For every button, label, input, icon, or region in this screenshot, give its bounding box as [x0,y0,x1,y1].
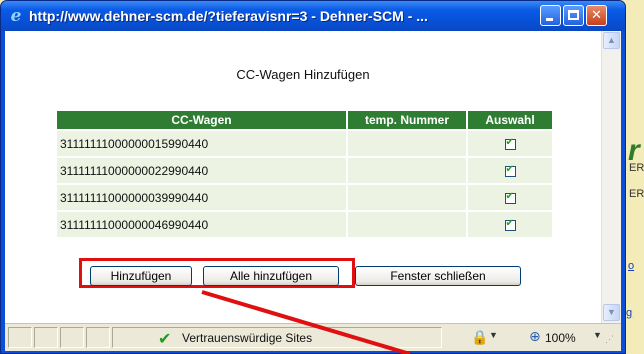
dialog-content: CC-Wagen Hinzufügen CC-Wagen temp. Numme… [5,31,621,323]
scroll-down-icon[interactable]: ▼ [603,304,620,321]
ie-icon: e [10,6,22,26]
minimize-button[interactable] [540,5,561,26]
checkmark-icon: ✔ [505,163,514,175]
security-zone-label: Vertrauenswürdige Sites [182,331,313,345]
status-cell [8,327,32,348]
table-row: 31111111000000046990440 ✔ [57,212,552,237]
checkmark-icon: ✔ [158,329,172,348]
column-header-temp-nummer: temp. Nummer [348,111,466,129]
status-cell [86,327,110,348]
wagon-number: 31111111000000015990440 [57,131,346,156]
close-window-button[interactable]: ✕ [586,5,607,26]
checkmark-icon: ✔ [505,217,514,229]
zoom-level[interactable]: 100% [545,331,576,345]
table-row: 31111111000000015990440 ✔ [57,131,552,156]
scroll-up-icon[interactable]: ▲ [603,32,620,49]
wagon-number: 31111111000000046990440 [57,212,346,237]
window-titlebar[interactable]: e http://www.dehner-scm.de/?tieferavisnr… [1,1,625,31]
temp-number [348,158,466,183]
background-text-fragment: ER [629,162,644,174]
table-row: 31111111000000039990440 ✔ [57,185,552,210]
select-cell: ✔ [468,185,552,210]
close-icon: ✕ [591,8,602,23]
select-cell: ✔ [468,131,552,156]
temp-number [348,131,466,156]
wagon-number: 31111111000000039990440 [57,185,346,210]
column-header-auswahl: Auswahl [468,111,552,129]
window-title: http://www.dehner-scm.de/?tieferavisnr=3… [29,8,428,24]
chevron-down-icon[interactable]: ▼ [593,330,602,340]
maximize-icon [568,10,579,20]
background-text-fragment: ER [629,188,644,200]
status-cell [34,327,58,348]
dialog-title: CC-Wagen Hinzufügen [236,67,370,82]
zoom-icon[interactable]: ⊕ [529,329,541,345]
select-checkbox[interactable]: ✔ [504,217,516,231]
select-checkbox[interactable]: ✔ [504,163,516,177]
add-all-button[interactable]: Alle hinzufügen [203,266,339,286]
select-cell: ✔ [468,212,552,237]
maximize-button[interactable] [563,5,584,26]
protected-mode-icon[interactable]: 🔒 [471,330,488,346]
table-header-row: CC-Wagen temp. Nummer Auswahl [57,111,552,129]
status-bar: ✔ Vertrauenswürdige Sites 🔒 ▼ ⊕ 100% ▼ ⋰ [5,323,621,351]
checkmark-icon: ✔ [505,136,514,148]
background-link-fragment[interactable]: g [626,307,632,319]
select-cell: ✔ [468,158,552,183]
background-link-fragment[interactable]: o [628,260,634,272]
resize-grip-icon[interactable]: ⋰ [605,334,614,345]
column-header-cc-wagen: CC-Wagen [57,111,346,129]
select-checkbox[interactable]: ✔ [504,136,516,150]
temp-number [348,185,466,210]
add-button[interactable]: Hinzufügen [90,266,192,286]
checkmark-icon: ✔ [505,190,514,202]
minimize-icon [546,18,553,21]
wagon-number: 31111111000000022990440 [57,158,346,183]
select-checkbox[interactable]: ✔ [504,190,516,204]
wagon-table: CC-Wagen temp. Nummer Auswahl 3111111100… [55,109,554,239]
status-cell [60,327,84,348]
table-row: 31111111000000022990440 ✔ [57,158,552,183]
temp-number [348,212,466,237]
popup-window: e http://www.dehner-scm.de/?tieferavisnr… [0,0,626,354]
chevron-down-icon[interactable]: ▼ [489,330,498,340]
vertical-scrollbar[interactable]: ▲ ▼ [601,31,621,323]
close-dialog-button[interactable]: Fenster schließen [355,266,521,286]
